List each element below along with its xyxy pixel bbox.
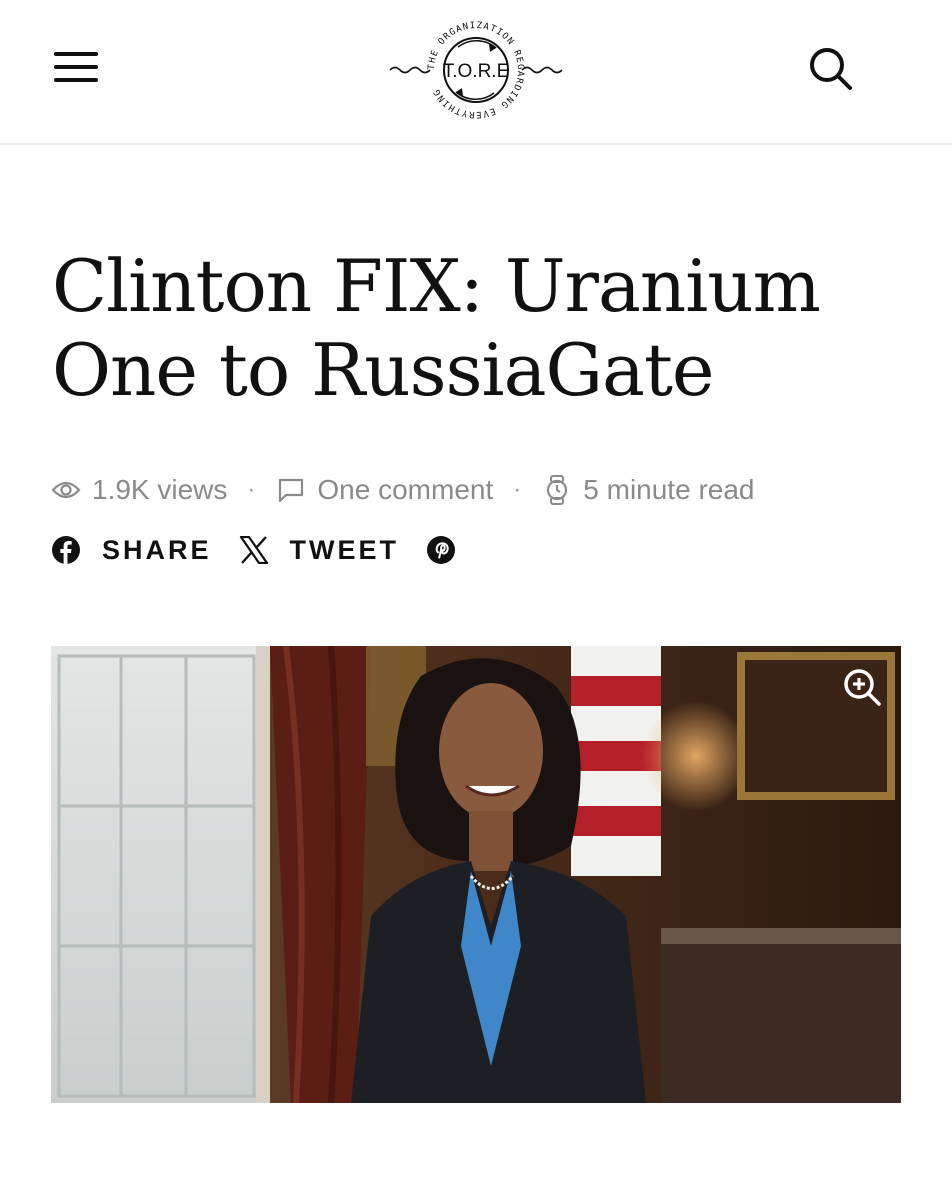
site-logo[interactable]: THE ORGANIZATION REGARDING EVERYTHING T.… [388,14,564,126]
comments-label: One comment [317,474,494,505]
facebook-icon [50,534,82,566]
eye-icon [50,474,82,506]
hamburger-menu-icon[interactable] [54,50,98,84]
meta-separator: · [247,476,256,503]
hero-image[interactable] [51,646,901,1103]
article-meta: 1.9K views · One comment · 5 minute read [50,470,754,510]
x-logo-icon [238,534,270,566]
search-icon[interactable] [806,44,854,92]
pinterest-share-button[interactable] [425,534,457,566]
read-time-label: 5 minute read [583,474,755,505]
views-count: 1.9K views [50,474,227,506]
hero-photo [51,646,901,1103]
share-bar: SHARE TWEET [50,530,457,570]
x-tweet-button[interactable]: TWEET [238,534,400,566]
article-title: Clinton FIX: Uranium One to RussiaGate [52,244,821,412]
meta-separator: · [513,476,522,503]
comment-icon [275,474,307,506]
pinterest-icon [425,534,457,566]
facebook-share-button[interactable]: SHARE [50,534,212,566]
zoom-in-icon[interactable] [841,666,883,708]
logo-text: T.O.R.E [443,61,510,82]
x-tweet-label: TWEET [289,534,400,565]
facebook-share-label: SHARE [102,534,212,565]
comments-link[interactable]: One comment [275,474,493,506]
watch-icon [541,474,573,506]
site-header: THE ORGANIZATION REGARDING EVERYTHING T.… [0,0,952,145]
views-label: 1.9K views [92,474,228,505]
read-time: 5 minute read [541,474,754,506]
